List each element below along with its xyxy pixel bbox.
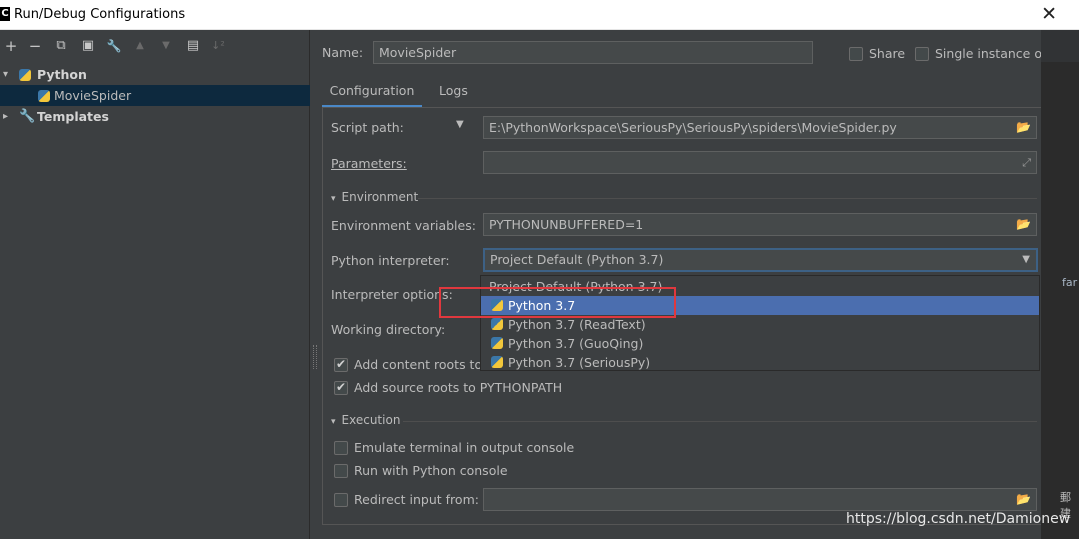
section-divider <box>418 198 1037 199</box>
collapse-arrow-icon: ▾ <box>331 417 336 427</box>
tree-item-moviespider[interactable]: MovieSpider <box>0 85 310 106</box>
add-source-roots-checkbox[interactable] <box>334 380 348 395</box>
script-type-dropdown-icon[interactable]: ▼ <box>456 119 464 130</box>
python-icon <box>38 90 50 102</box>
option-label: Python 3.7 (GuoQing) <box>508 336 644 351</box>
redirect-input-checkbox[interactable] <box>334 493 348 507</box>
window-titlebar: C Run/Debug Configurations ✕ <box>0 0 1079 30</box>
watermark-text: https://blog.csdn.net/Damionew <box>846 511 1071 527</box>
tree-label-templates: Templates <box>37 109 109 124</box>
python-icon <box>491 318 503 330</box>
close-icon[interactable]: ✕ <box>1041 3 1057 25</box>
env-vars-label: Environment variables: <box>331 218 476 233</box>
app-icon: C <box>0 7 10 21</box>
configurations-tree: ▾ Python MovieSpider ▸ 🔧 Templates <box>0 64 310 127</box>
share-label: Share <box>869 46 906 61</box>
name-field[interactable]: MovieSpider <box>373 41 813 64</box>
interpreter-value: Project Default (Python 3.7) <box>490 252 664 267</box>
add-source-roots-label: Add source roots to PYTHONPATH <box>354 380 563 395</box>
add-content-roots-checkbox[interactable] <box>334 357 348 372</box>
script-path-label: Script path: <box>331 120 404 135</box>
folder-icon[interactable]: 📂 <box>1016 117 1031 138</box>
env-vars-value: PYTHONUNBUFFERED=1 <box>489 217 644 232</box>
wrench-icon: 🔧 <box>19 109 36 124</box>
expand-icon[interactable]: ⤢ <box>1022 152 1031 173</box>
redirect-input-field[interactable]: 📂 <box>483 488 1037 511</box>
script-path-value: E:\PythonWorkspace\SeriousPy\SeriousPy\s… <box>489 120 897 135</box>
working-directory-label: Working directory: <box>331 322 446 337</box>
python-icon <box>491 356 503 368</box>
interpreter-dropdown[interactable]: Project Default (Python 3.7) ▼ <box>483 248 1038 272</box>
splitter-handle[interactable] <box>313 345 317 369</box>
python-icon <box>491 337 503 349</box>
run-python-console-label: Run with Python console <box>354 463 508 478</box>
background-editor-header <box>1041 30 1079 62</box>
dropdown-option[interactable]: Python 3.7 (SeriousPy) <box>481 353 1039 372</box>
tree-item-templates[interactable]: ▸ 🔧 Templates <box>0 106 310 127</box>
move-up-icon[interactable]: ▲ <box>131 37 149 55</box>
move-down-icon[interactable]: ▼ <box>157 37 175 55</box>
single-instance-checkbox[interactable] <box>915 47 929 61</box>
new-folder-icon[interactable]: ▤ <box>184 37 202 55</box>
add-content-roots-label: Add content roots to <box>354 357 483 372</box>
dropdown-arrow-icon[interactable]: ▼ <box>1022 250 1030 270</box>
save-icon[interactable]: ▣ <box>79 37 97 55</box>
tree-label-python: Python <box>37 67 87 82</box>
add-icon[interactable]: + <box>2 37 20 55</box>
folder-icon[interactable]: 📂 <box>1016 214 1031 235</box>
name-label: Name: <box>322 45 364 60</box>
emulate-terminal-checkbox[interactable] <box>334 441 348 455</box>
redirect-input-label: Redirect input from: <box>354 492 479 507</box>
execution-section[interactable]: ▾ Execution <box>331 413 400 427</box>
tree-item-python[interactable]: ▾ Python <box>0 64 310 85</box>
collapse-arrow-icon[interactable]: ▾ <box>3 64 8 85</box>
tab-logs[interactable]: Logs <box>439 80 468 108</box>
environment-section-title: Environment <box>341 190 419 204</box>
parameters-label: Parameters: <box>331 156 407 171</box>
sidebar-toolbar: + − ⧉ ▣ 🔧 ▲ ▼ ▤ ↓² <box>0 30 310 62</box>
remove-icon[interactable]: − <box>26 37 44 55</box>
tree-label-moviespider: MovieSpider <box>54 88 132 103</box>
interpreter-label: Python interpreter: <box>331 253 450 268</box>
copy-icon[interactable]: ⧉ <box>52 37 70 55</box>
expand-arrow-icon[interactable]: ▸ <box>3 106 8 127</box>
option-label: Python 3.7 (SeriousPy) <box>508 355 651 370</box>
share-checkbox[interactable] <box>849 47 863 61</box>
execution-section-title: Execution <box>341 413 401 427</box>
script-path-field[interactable]: E:\PythonWorkspace\SeriousPy\SeriousPy\s… <box>483 116 1037 139</box>
dropdown-option[interactable]: Python 3.7 (GuoQing) <box>481 334 1039 353</box>
highlight-annotation-box <box>439 287 676 318</box>
background-code-text: far <box>1062 276 1078 289</box>
run-python-console-checkbox[interactable] <box>334 464 348 478</box>
tab-configuration[interactable]: Configuration <box>322 80 422 108</box>
parameters-field[interactable]: ⤢ <box>483 151 1037 174</box>
folder-icon[interactable]: 📂 <box>1016 489 1031 510</box>
env-vars-field[interactable]: PYTHONUNBUFFERED=1 📂 <box>483 213 1037 236</box>
sort-icon[interactable]: ↓² <box>209 37 227 55</box>
interpreter-options-label: Interpreter options: <box>331 287 453 302</box>
emulate-terminal-label: Emulate terminal in output console <box>354 440 575 455</box>
python-icon <box>19 69 31 81</box>
section-divider <box>403 421 1037 422</box>
configurations-sidebar: + − ⧉ ▣ 🔧 ▲ ▼ ▤ ↓² ▾ Python MovieSpider … <box>0 30 310 539</box>
wrench-icon[interactable]: 🔧 <box>105 37 123 55</box>
window-title: Run/Debug Configurations <box>14 7 186 22</box>
collapse-arrow-icon: ▾ <box>331 194 336 204</box>
environment-section[interactable]: ▾ Environment <box>331 190 418 204</box>
